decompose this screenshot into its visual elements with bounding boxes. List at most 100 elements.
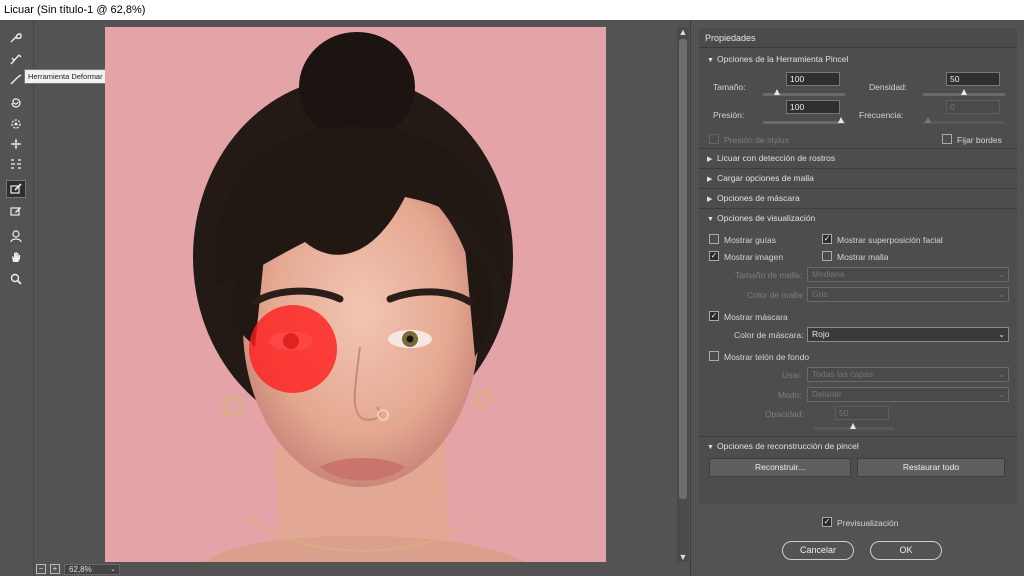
zoom-level-select[interactable]: 62,8% ⌄ xyxy=(64,563,120,575)
zoom-bar: − + 62,8% ⌄ xyxy=(36,562,120,576)
use-select[interactable]: Todas las capas ⌄ xyxy=(807,367,1009,382)
chevron-down-icon: ⌄ xyxy=(998,290,1005,299)
face-tool-icon[interactable] xyxy=(6,227,26,245)
section-view-label: Opciones de visualización xyxy=(717,213,816,223)
mask-color-label: Color de máscara: xyxy=(734,330,804,340)
pressure-label: Presión: xyxy=(713,110,745,120)
pin-edges-checkbox[interactable] xyxy=(942,134,952,144)
density-slider-knob[interactable] xyxy=(961,89,967,95)
rate-slider[interactable] xyxy=(923,117,1005,124)
chevron-down-icon: ⌄ xyxy=(110,565,116,573)
section-mask-label: Opciones de máscara xyxy=(717,193,800,203)
chevron-down-icon: ⌄ xyxy=(998,270,1005,279)
opacity-slider[interactable] xyxy=(814,423,894,430)
density-label: Densidad: xyxy=(869,82,908,92)
reconstruct-button[interactable]: Reconstruir... xyxy=(709,458,851,477)
scroll-up-icon[interactable]: ▲ xyxy=(677,27,689,37)
pressure-slider-knob[interactable] xyxy=(838,117,844,123)
forward-warp-icon[interactable] xyxy=(6,28,26,46)
mesh-color-select[interactable]: Gris ⌄ xyxy=(807,287,1009,302)
mask-color-value: Rojo xyxy=(812,329,830,339)
freeze-mask-icon[interactable] xyxy=(6,180,26,198)
zoom-level-value: 62,8% xyxy=(69,564,92,574)
mode-select[interactable]: Delante ⌄ xyxy=(807,387,1009,402)
section-load-mesh[interactable]: ▶ Cargar opciones de malla xyxy=(699,168,1017,188)
section-brush-options[interactable]: ▼ Opciones de la Herramienta Pincel xyxy=(699,50,1017,70)
chevron-down-icon: ⌄ xyxy=(998,370,1005,379)
mask-color-select[interactable]: Rojo ⌄ xyxy=(807,327,1009,342)
scroll-thumb[interactable] xyxy=(679,39,687,499)
triangle-down-icon: ▼ xyxy=(707,57,714,64)
hand-icon[interactable] xyxy=(6,248,26,266)
opacity-slider-knob[interactable] xyxy=(850,423,856,429)
use-label: Usar: xyxy=(782,370,803,380)
pressure-input[interactable]: 100 xyxy=(786,100,840,114)
scroll-down-icon[interactable]: ▼ xyxy=(677,552,689,562)
show-image-label: Mostrar imagen xyxy=(724,252,784,262)
thaw-mask-icon[interactable] xyxy=(6,202,26,220)
preview-label: Previsualización xyxy=(837,518,899,528)
rate-slider-knob[interactable] xyxy=(925,117,931,123)
triangle-down-icon: ▼ xyxy=(707,444,714,451)
density-input[interactable]: 50 xyxy=(946,72,1000,86)
show-image-checkbox[interactable]: ✓ xyxy=(709,251,719,261)
restore-all-button[interactable]: Restaurar todo xyxy=(857,458,1005,477)
section-face-aware[interactable]: ▶ Licuar con detección de rostros xyxy=(699,148,1017,168)
image-canvas[interactable] xyxy=(105,27,606,562)
use-value: Todas las capas xyxy=(812,369,873,379)
section-mask-options[interactable]: ▶ Opciones de máscara xyxy=(699,188,1017,208)
twirl-icon[interactable] xyxy=(6,94,26,112)
mode-value: Delante xyxy=(812,389,842,399)
mode-label: Modo: xyxy=(778,390,802,400)
show-backdrop-label: Mostrar telón de fondo xyxy=(724,352,810,362)
size-slider[interactable] xyxy=(763,89,845,96)
zoom-icon[interactable] xyxy=(6,270,26,288)
pressure-slider[interactable] xyxy=(763,117,845,124)
show-backdrop-checkbox[interactable] xyxy=(709,351,719,361)
section-view-options[interactable]: ▼ Opciones de visualización xyxy=(699,208,1017,228)
mesh-color-value: Gris xyxy=(812,289,828,299)
triangle-right-icon: ▶ xyxy=(707,156,713,163)
vertical-scrollbar[interactable]: ▲ ▼ xyxy=(677,27,689,562)
size-slider-knob[interactable] xyxy=(774,89,780,95)
bloat-icon[interactable] xyxy=(6,135,26,153)
stylus-pressure-checkbox[interactable] xyxy=(709,134,719,144)
show-face-overlay-checkbox[interactable]: ✓ xyxy=(822,234,832,244)
ok-button[interactable]: OK xyxy=(870,541,942,560)
section-face-label: Licuar con detección de rostros xyxy=(717,153,836,163)
triangle-right-icon: ▶ xyxy=(707,176,713,183)
chevron-down-icon: ⌄ xyxy=(998,330,1005,339)
push-left-icon[interactable] xyxy=(6,155,26,173)
pucker-icon[interactable] xyxy=(6,115,26,133)
chevron-down-icon: ⌄ xyxy=(998,390,1005,399)
zoom-in-button[interactable]: + xyxy=(50,564,60,574)
section-brush-label: Opciones de la Herramienta Pincel xyxy=(717,54,849,64)
portrait-photo xyxy=(105,27,606,562)
rate-input[interactable]: 0 xyxy=(946,100,1000,114)
size-input[interactable]: 100 xyxy=(786,72,840,86)
show-mesh-label: Mostrar malla xyxy=(837,252,889,262)
window-title: Licuar (Sin título-1 @ 62,8%) xyxy=(0,0,1024,20)
show-face-overlay-label: Mostrar superposición facial xyxy=(837,235,943,245)
zoom-out-button[interactable]: − xyxy=(36,564,46,574)
stylus-pressure-label: Presión de stylus xyxy=(724,135,789,145)
density-slider[interactable] xyxy=(923,89,1005,96)
freeze-mask-overlay xyxy=(249,305,337,393)
reconstruct-icon[interactable] xyxy=(6,50,26,68)
show-mask-label: Mostrar máscara xyxy=(724,312,788,322)
mesh-size-select[interactable]: Mediana ⌄ xyxy=(807,267,1009,282)
cancel-button[interactable]: Cancelar xyxy=(782,541,854,560)
show-guides-checkbox[interactable] xyxy=(709,234,719,244)
show-mask-checkbox[interactable]: ✓ xyxy=(709,311,719,321)
properties-panel: Propiedades ▼ Opciones de la Herramienta … xyxy=(690,20,1024,576)
section-reconstruct-options[interactable]: ▼ Opciones de reconstrucción de pincel xyxy=(699,436,1017,456)
smooth-icon[interactable] xyxy=(6,70,26,88)
preview-checkbox[interactable]: ✓ xyxy=(822,517,832,527)
mesh-size-value: Mediana xyxy=(812,269,845,279)
show-mesh-checkbox[interactable] xyxy=(822,251,832,261)
panel-body: ▼ Opciones de la Herramienta Pincel Tamañ… xyxy=(699,48,1017,504)
panel-title: Propiedades xyxy=(699,28,1017,48)
size-label: Tamaño: xyxy=(713,82,746,92)
section-mesh-label: Cargar opciones de malla xyxy=(717,173,814,183)
opacity-input[interactable]: 50 xyxy=(835,406,889,420)
